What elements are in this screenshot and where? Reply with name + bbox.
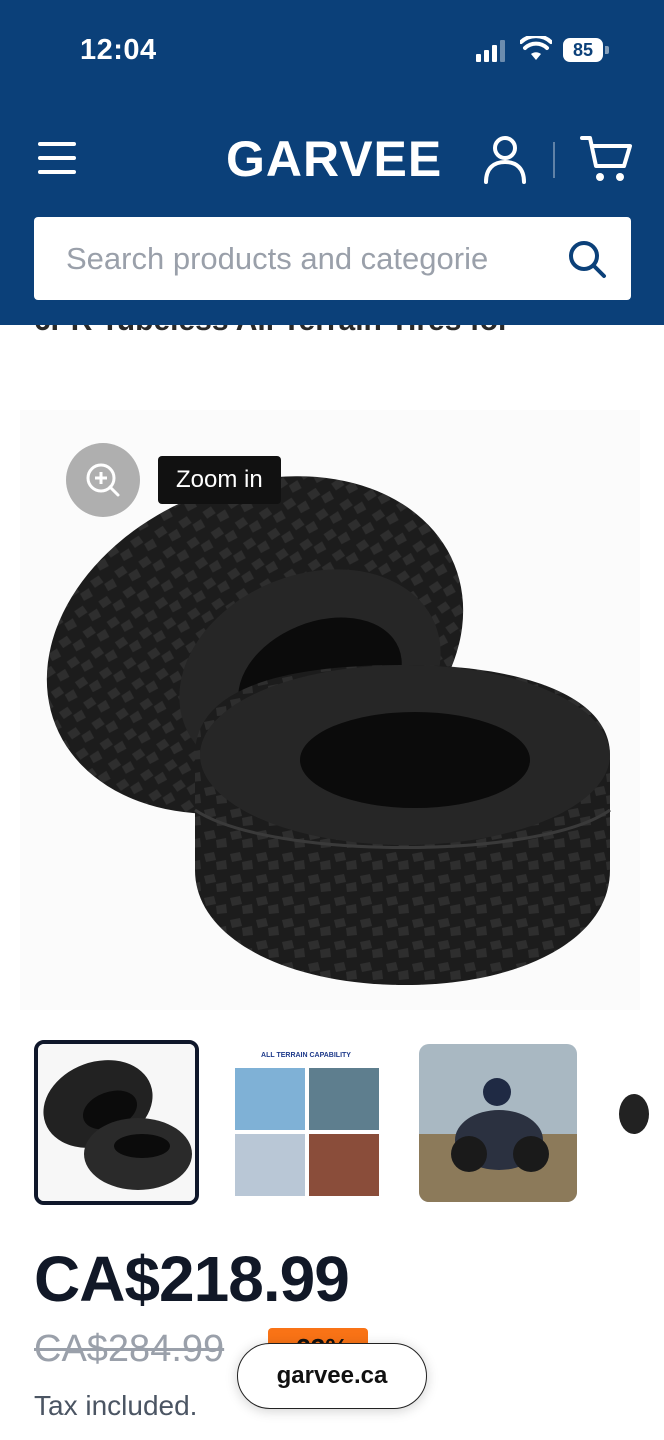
thumbnail-terrain-tile xyxy=(235,1068,305,1130)
zoom-button[interactable] xyxy=(66,443,140,517)
thumbnail-terrain[interactable]: ALL TERRAIN CAPABILITY xyxy=(227,1044,385,1202)
thumbnail-terrain-tile xyxy=(235,1134,305,1196)
thumbnail-partial[interactable] xyxy=(611,1044,664,1202)
wifi-icon xyxy=(520,36,552,60)
thumbnail-terrain-tile xyxy=(309,1134,379,1196)
account-icon[interactable] xyxy=(482,134,528,184)
search-icon[interactable] xyxy=(567,239,607,279)
menu-button[interactable] xyxy=(36,138,80,178)
thumbnail-tire-pair[interactable] xyxy=(34,1040,199,1205)
thumbnail-atv-rider[interactable] xyxy=(419,1044,577,1202)
original-price: CA$284.99 xyxy=(34,1328,225,1370)
site-nav: GARVEE xyxy=(0,120,664,200)
search-bar xyxy=(34,217,631,300)
garvee-logo[interactable]: GARVEE xyxy=(226,130,442,188)
hamburger-icon xyxy=(38,142,76,146)
search-input[interactable] xyxy=(66,217,566,300)
thumbnail-partial-image xyxy=(619,1094,649,1134)
hamburger-line xyxy=(38,156,76,160)
thumbnail-tire-image xyxy=(38,1044,195,1201)
current-price: CA$218.99 xyxy=(34,1243,350,1315)
browser-url-bar[interactable]: garvee.ca xyxy=(237,1343,427,1409)
zoom-in-icon xyxy=(86,463,120,497)
cellular-signal-icon xyxy=(476,40,505,62)
battery-cap-icon xyxy=(605,46,609,54)
battery-indicator: 85 xyxy=(563,38,609,62)
thumbnail-terrain-label: ALL TERRAIN CAPABILITY xyxy=(261,1052,351,1059)
zoom-tooltip: Zoom in xyxy=(158,456,281,504)
thumbnail-terrain-tile xyxy=(309,1068,379,1130)
atv-rider-image xyxy=(419,1044,577,1202)
cart-icon[interactable] xyxy=(578,132,634,184)
hamburger-line xyxy=(38,170,76,174)
status-bar: 12:04 85 xyxy=(0,0,664,100)
battery-level: 85 xyxy=(563,38,603,62)
header-divider xyxy=(553,142,555,178)
thumbnail-strip: ALL TERRAIN CAPABILITY xyxy=(0,1040,664,1210)
tax-note: Tax included. xyxy=(34,1390,198,1421)
status-time: 12:04 xyxy=(80,34,157,66)
top-header: 12:04 85 GARVEE xyxy=(0,0,664,325)
